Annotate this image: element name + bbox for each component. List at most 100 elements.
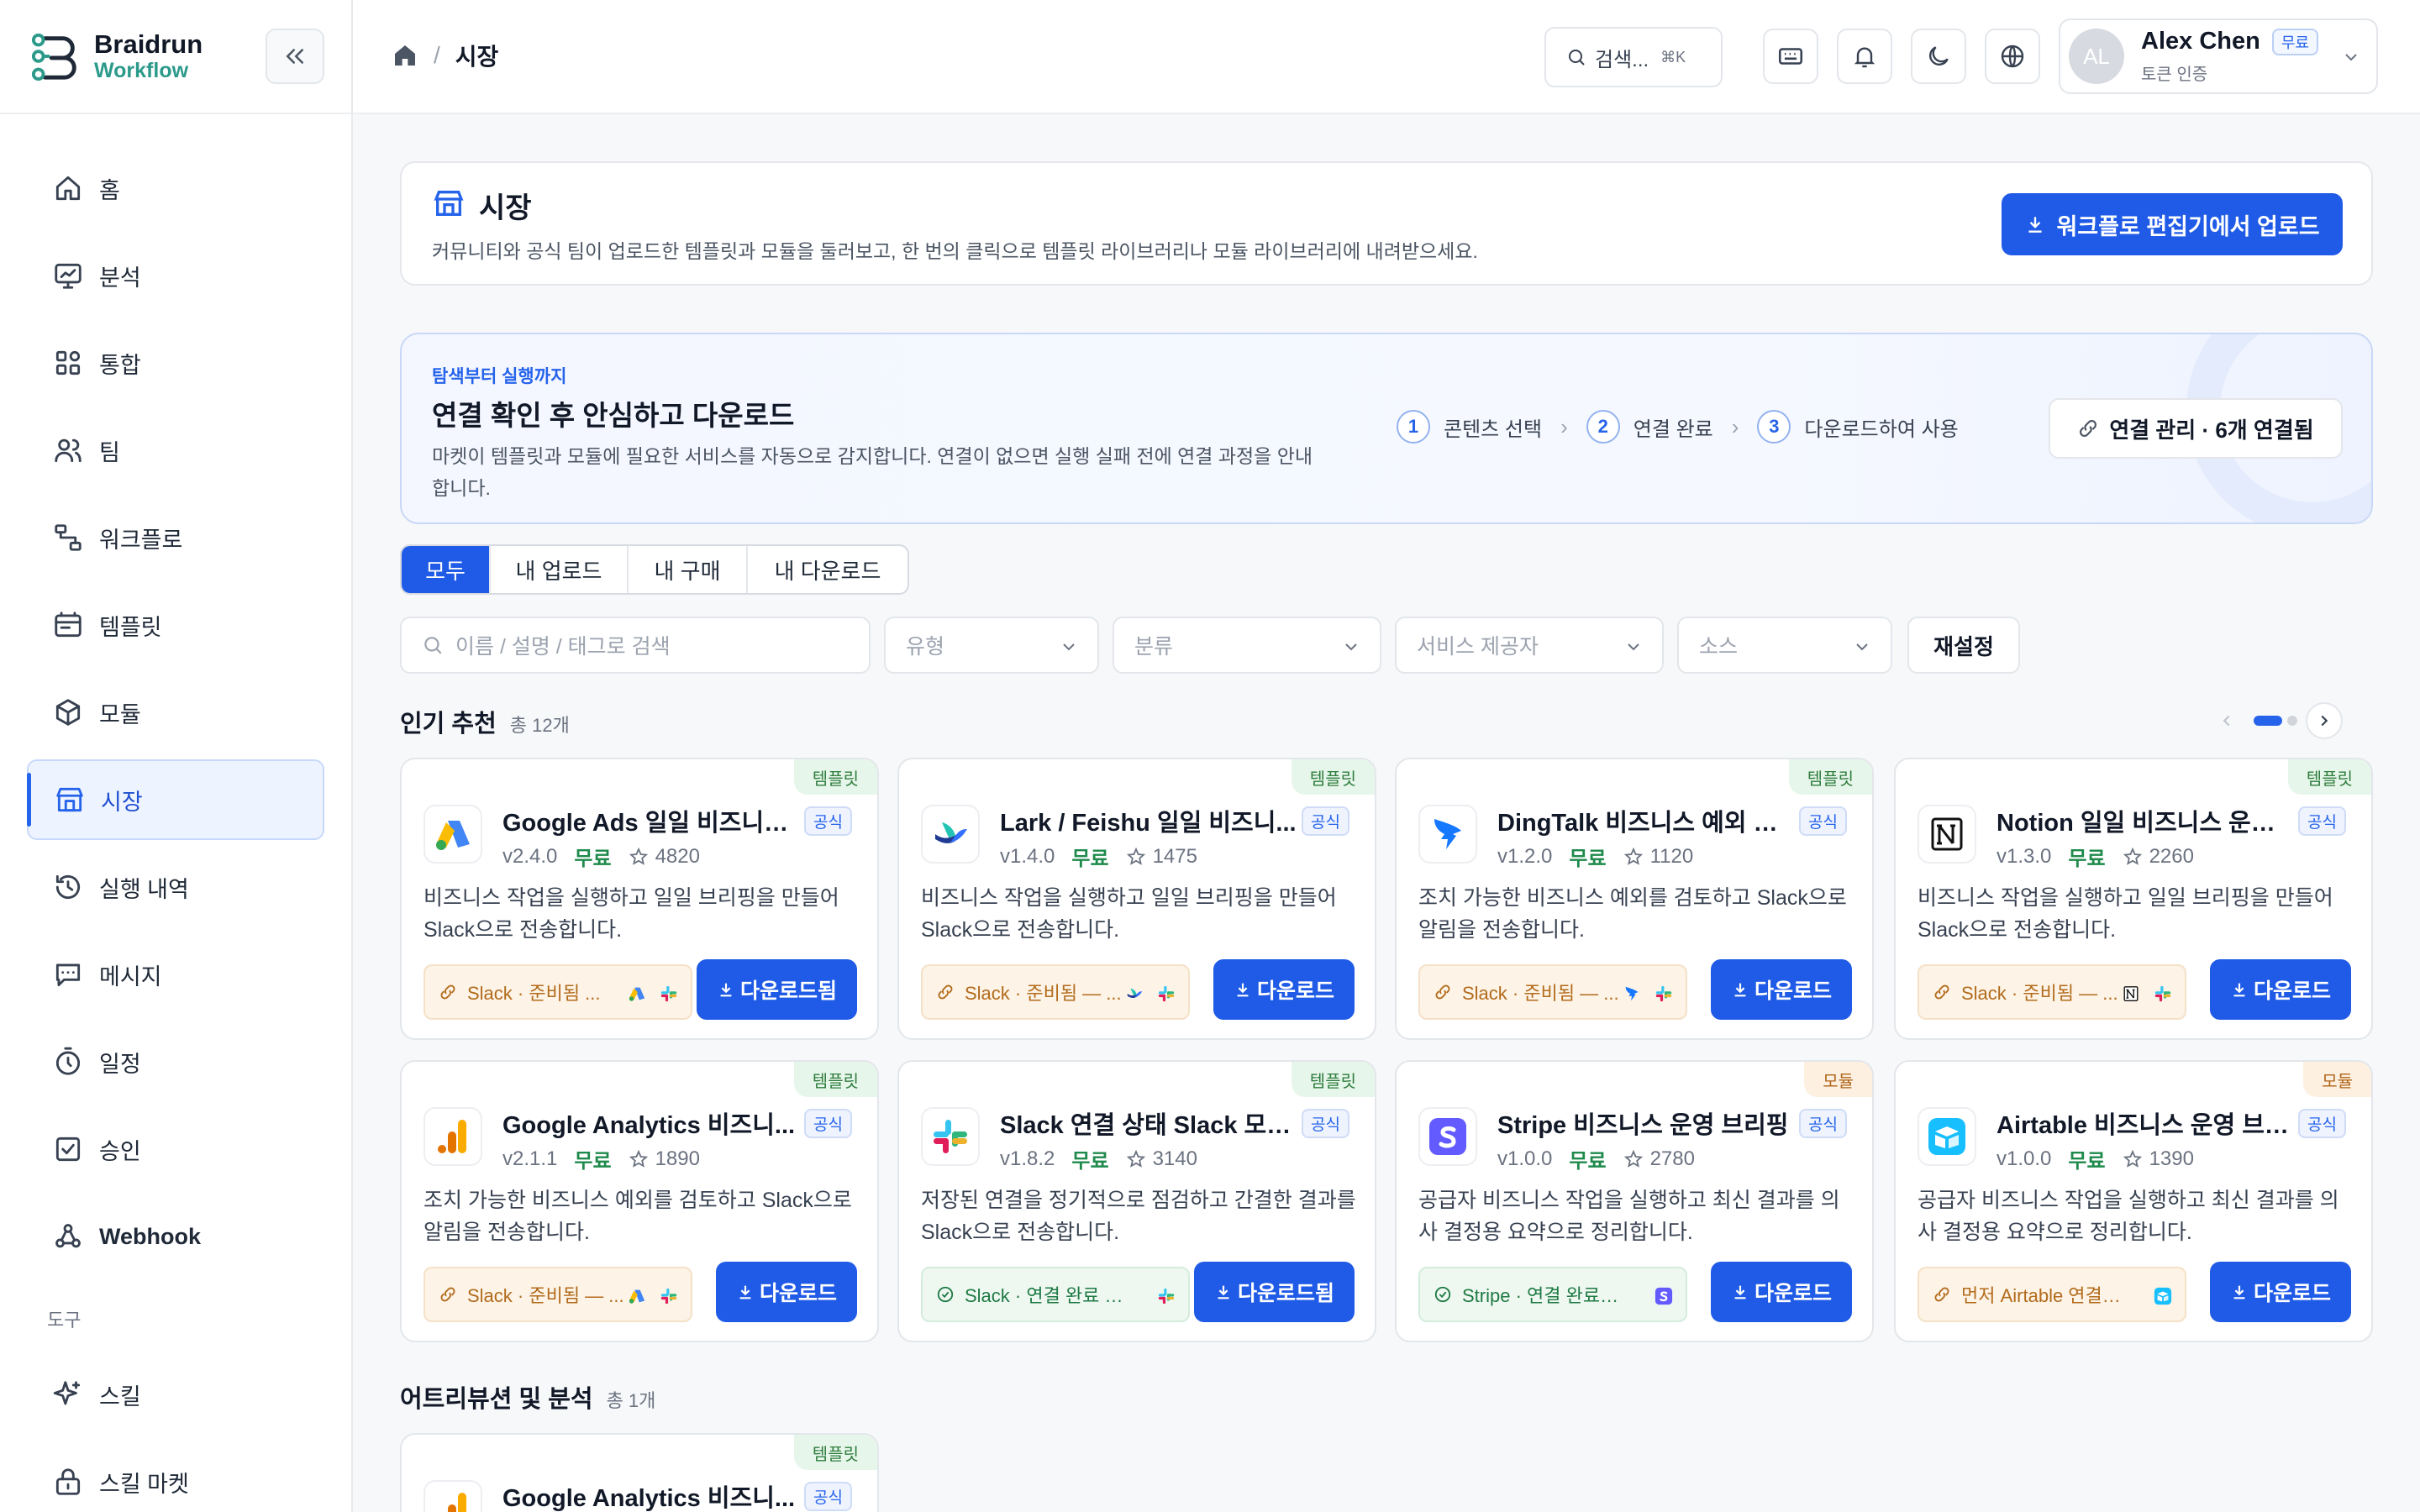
sidebar-item[interactable]: 워크플로 xyxy=(27,497,324,578)
card-stars: 1390 xyxy=(2149,1147,2194,1170)
card-meta: v1.0.0 무료 2780 xyxy=(1497,1144,1695,1173)
slack-mini-icon xyxy=(1156,984,1176,1004)
language-button[interactable] xyxy=(1985,29,2040,84)
carousel-dot-active[interactable] xyxy=(2254,716,2282,726)
slack-mini-icon xyxy=(659,984,679,1004)
tab-all[interactable]: 모두 xyxy=(402,546,491,593)
marketplace-card[interactable]: 템플릿 Google Analytics 비즈니... 공식 xyxy=(400,1433,879,1512)
collapse-sidebar-button[interactable] xyxy=(266,29,324,84)
link-icon xyxy=(2080,420,2097,437)
carousel-dot[interactable] xyxy=(2287,716,2297,726)
home-icon[interactable] xyxy=(392,42,418,69)
sidebar-item[interactable]: 템플릿 xyxy=(27,585,324,665)
connection-status-chip[interactable]: Slack · 연결 완료 —... xyxy=(921,1267,1190,1322)
link-icon xyxy=(1934,1287,1949,1302)
chevron-down-icon xyxy=(1856,643,1868,651)
sidebar-item-label: 스킬 마켓 xyxy=(99,1471,189,1497)
sidebar-item[interactable]: Webhook xyxy=(27,1196,324,1277)
sidebar-item[interactable]: 메시지 xyxy=(27,934,324,1015)
category-select[interactable]: 분류 xyxy=(1113,617,1381,674)
download-button-label: 다운로드 xyxy=(1754,979,1832,1003)
download-button[interactable]: 다운로드 xyxy=(2209,959,2351,1020)
tab-my-downloads[interactable]: 내 다운로드 xyxy=(748,546,908,593)
service-icons xyxy=(615,1286,679,1306)
marketplace-card[interactable]: 템플릿 Google Analytics 비즈니... 공식 v2.1.1 무료 1890… xyxy=(400,1060,879,1342)
user-auth-status: 토큰 인증 xyxy=(2141,66,2208,84)
carousel-prev-button[interactable] xyxy=(2208,702,2245,739)
sidebar-item[interactable]: 홈 xyxy=(27,148,324,228)
brand: Braidrun Workflow xyxy=(0,0,351,114)
download-icon xyxy=(1734,1285,1746,1299)
page-title: 시장 xyxy=(479,192,532,224)
sidebar-item[interactable]: 승인 xyxy=(27,1109,324,1189)
tab-my-uploads[interactable]: 내 업로드 xyxy=(491,546,629,593)
connection-status-chip[interactable]: Slack · 준비됨 — ... xyxy=(424,1267,692,1322)
type-select[interactable]: 유형 xyxy=(884,617,1099,674)
download-button[interactable]: 다운로드됨 xyxy=(696,959,857,1020)
sidebar-item-label: 워크플로 xyxy=(99,527,183,553)
google-analytics-logo-icon xyxy=(424,1107,482,1166)
connection-flow-banner: 탐색부터 실행까지 연결 확인 후 안심하고 다운로드 마켓이 템플릿과 모듈에… xyxy=(400,333,2373,524)
download-button-label: 다운로드됨 xyxy=(1237,1282,1334,1305)
connection-status-chip[interactable]: Slack · 준비됨 — ... xyxy=(1418,964,1687,1020)
official-badge: 공식 xyxy=(2298,1109,2346,1138)
connection-status-chip[interactable]: Stripe · 연결 완료 — ... xyxy=(1418,1267,1687,1322)
marketplace-card[interactable]: 템플릿 Notion 일일 비즈니스 운영 ... 공식 v1.3.0 무료 2260 비즈… xyxy=(1894,758,2373,1040)
connection-status-chip[interactable]: Slack · 준비됨 ... xyxy=(424,964,692,1020)
card-version: v1.3.0 xyxy=(1996,844,2052,868)
keyboard-shortcuts-button[interactable] xyxy=(1763,29,1818,84)
sidebar-item-label: 실행 내역 xyxy=(99,876,189,902)
download-button[interactable]: 다운로드 xyxy=(715,1262,857,1322)
download-button[interactable]: 다운로드 xyxy=(1710,959,1852,1020)
card-price: 무료 xyxy=(1569,1150,1607,1173)
tab-my-purchases[interactable]: 내 구매 xyxy=(629,546,748,593)
upload-from-editor-button[interactable]: 워크플로 편집기에서 업로드 xyxy=(2002,193,2343,255)
carousel-next-button[interactable] xyxy=(2306,702,2343,739)
sparkle-icon xyxy=(53,1381,81,1405)
sidebar-item[interactable]: 시장 xyxy=(27,759,324,840)
marketplace-card[interactable]: 템플릿 Slack 연결 상태 Slack 모니터 공식 v1.8.2 무료 3140 저장… xyxy=(897,1060,1376,1342)
sidebar-item[interactable]: 일정 xyxy=(27,1021,324,1102)
connection-status-text: Slack · 연결 완료 —... xyxy=(965,1285,1124,1306)
marketplace-card[interactable]: 모듈 Airtable 비즈니스 운영 브리핑 공식 v1.0.0 무료 1390 공급자 … xyxy=(1894,1060,2373,1342)
slack-mini-icon xyxy=(1156,1286,1176,1306)
connection-status-text: Slack · 준비됨 — ... xyxy=(467,1285,624,1306)
slack-logo-icon xyxy=(921,1107,980,1166)
chevron-down-icon xyxy=(2345,54,2357,61)
reset-filters-button[interactable]: 재설정 xyxy=(1907,617,2020,674)
sidebar-item-label: Webhook xyxy=(99,1223,201,1249)
google-ads-mini-icon xyxy=(627,984,647,1004)
user-menu[interactable]: AL Alex Chen 무료 토큰 인증 xyxy=(2059,18,2378,94)
download-button[interactable]: 다운로드 xyxy=(1710,1262,1852,1322)
card-title: Google Analytics 비즈니... xyxy=(502,1112,796,1139)
marketplace-search-input[interactable]: 이름 / 설명 / 태그로 검색 xyxy=(400,617,871,674)
marketplace-card[interactable]: 템플릿 DingTalk 비즈니스 예외 알림 공식 v1.2.0 무료 1120 조치 가… xyxy=(1395,758,1874,1040)
sidebar-item[interactable]: 실행 내역 xyxy=(27,847,324,927)
brand-name: Braidrun xyxy=(94,29,203,59)
official-badge: 공식 xyxy=(1799,806,1847,836)
marketplace-card[interactable]: 템플릿 Lark / Feishu 일일 비즈니... 공식 v1.4.0 무료 1475… xyxy=(897,758,1376,1040)
sidebar-item[interactable]: 스킬 xyxy=(27,1354,324,1435)
download-icon xyxy=(2233,983,2245,997)
connection-status-chip[interactable]: Slack · 준비됨 — ... xyxy=(1918,964,2186,1020)
marketplace-card[interactable]: 템플릿 Google Ads 일일 비즈니스 ... 공식 v2.4.0 무료 4820 비… xyxy=(400,758,879,1040)
marketplace-card[interactable]: 모듈 Stripe 비즈니스 운영 브리핑 공식 v1.0.0 무료 2780 공급자 비즈… xyxy=(1395,1060,1874,1342)
sidebar-item[interactable]: 통합 xyxy=(27,323,324,403)
manage-connections-button[interactable]: 연결 관리 · 6개 연결됨 xyxy=(2049,398,2343,459)
sidebar-item[interactable]: 모듈 xyxy=(27,672,324,753)
lark-logo-icon xyxy=(921,805,980,864)
theme-toggle-button[interactable] xyxy=(1911,29,1966,84)
template-icon xyxy=(55,612,82,638)
download-button[interactable]: 다운로드 xyxy=(2209,1262,2351,1322)
download-button[interactable]: 다운로드됨 xyxy=(1193,1262,1355,1322)
sidebar-item[interactable]: 분석 xyxy=(27,235,324,316)
sidebar-item[interactable]: 스킬 마켓 xyxy=(27,1441,324,1512)
provider-select[interactable]: 서비스 제공자 xyxy=(1395,617,1664,674)
connection-status-chip[interactable]: Slack · 준비됨 — ... xyxy=(921,964,1190,1020)
sidebar-item[interactable]: 팀 xyxy=(27,410,324,491)
connection-status-chip[interactable]: 먼저 Airtable 연결 필요 xyxy=(1918,1267,2186,1322)
source-select[interactable]: 소스 xyxy=(1677,617,1892,674)
notifications-button[interactable] xyxy=(1837,29,1892,84)
global-search-button[interactable]: 검색... ⌘K xyxy=(1544,27,1723,87)
download-button[interactable]: 다운로드 xyxy=(1213,959,1355,1020)
